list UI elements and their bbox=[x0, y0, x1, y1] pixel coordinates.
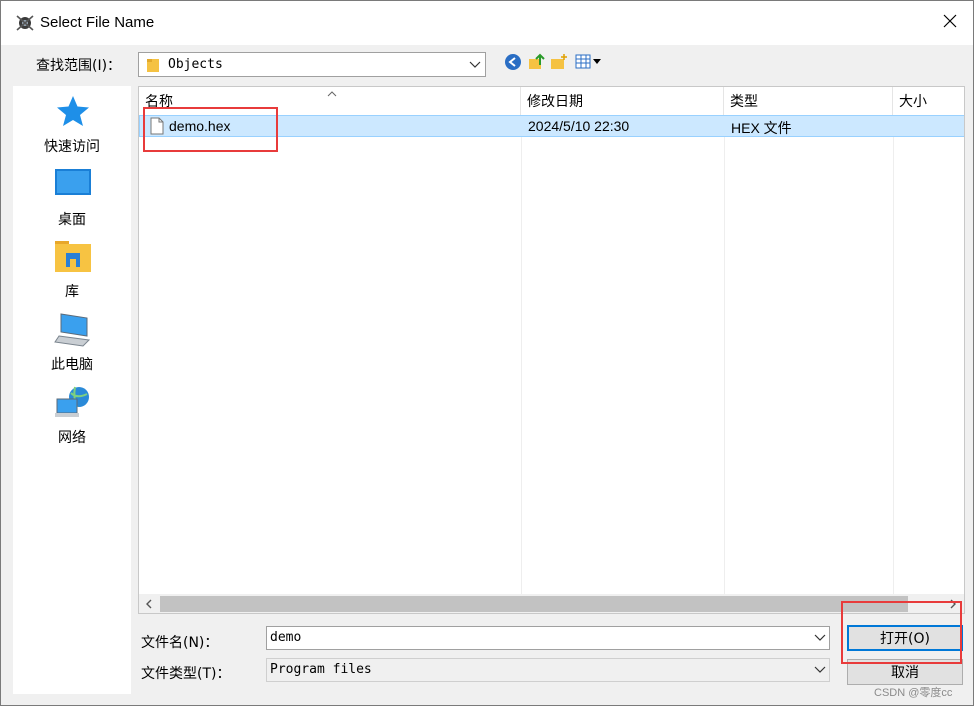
place-network[interactable]: 网络 bbox=[13, 385, 131, 455]
lookin-value: Objects bbox=[168, 57, 223, 72]
place-library[interactable]: 库 bbox=[13, 239, 131, 309]
up-folder-icon bbox=[527, 53, 545, 75]
place-desktop[interactable]: 桌面 bbox=[13, 167, 131, 237]
up-folder-button[interactable] bbox=[525, 53, 547, 75]
place-quick-access[interactable]: 快速访问 bbox=[13, 94, 131, 164]
view-menu-icon bbox=[575, 54, 603, 74]
place-label: 库 bbox=[65, 284, 79, 300]
close-button[interactable] bbox=[927, 1, 973, 45]
highlight-box-file bbox=[143, 107, 278, 152]
column-header-type[interactable]: 类型 bbox=[724, 87, 893, 115]
filetype-value: Program files bbox=[270, 662, 372, 677]
lookin-label: 查找范围(I)： bbox=[36, 58, 122, 74]
view-menu-button[interactable] bbox=[574, 54, 604, 74]
title-bar[interactable]: Select File Name bbox=[1, 1, 973, 45]
sort-up-icon bbox=[327, 87, 337, 102]
filename-value: demo bbox=[270, 630, 302, 645]
new-folder-icon bbox=[550, 53, 568, 75]
desktop-icon bbox=[53, 167, 93, 203]
window-title: Select File Name bbox=[40, 14, 155, 31]
chevron-down-icon bbox=[814, 664, 826, 679]
filetype-select[interactable]: Program files bbox=[266, 658, 830, 682]
file-list[interactable]: 名称 修改日期 类型 大小 demo.hex 2024/5/10 22:30 H… bbox=[138, 86, 965, 614]
highlight-box-open bbox=[841, 601, 962, 664]
back-icon bbox=[504, 53, 522, 75]
place-label: 桌面 bbox=[58, 212, 86, 228]
new-folder-button[interactable] bbox=[548, 54, 570, 74]
filetype-label: 文件类型(T)： bbox=[141, 666, 231, 682]
scrollbar-thumb[interactable] bbox=[160, 596, 908, 612]
filename-input[interactable]: demo bbox=[266, 626, 830, 650]
place-label: 网络 bbox=[58, 430, 86, 446]
app-logo-icon bbox=[15, 13, 35, 33]
place-label: 此电脑 bbox=[51, 357, 93, 373]
watermark: CSDN @零度cc bbox=[874, 687, 953, 699]
place-this-pc[interactable]: 此电脑 bbox=[13, 312, 131, 382]
column-header-size[interactable]: 大小 bbox=[893, 87, 964, 115]
star-icon bbox=[53, 94, 93, 130]
chevron-down-icon bbox=[469, 59, 481, 74]
back-button[interactable] bbox=[502, 54, 524, 74]
scroll-left-icon[interactable] bbox=[141, 596, 157, 612]
places-bar: 快速访问 桌面 库 此电脑 网络 bbox=[13, 86, 131, 694]
network-icon bbox=[53, 385, 93, 421]
lookin-dropdown[interactable]: Objects bbox=[138, 52, 486, 77]
filename-label: 文件名(N)： bbox=[141, 635, 219, 651]
folder-icon bbox=[146, 57, 160, 77]
file-type: HEX 文件 bbox=[731, 120, 792, 136]
place-label: 快速访问 bbox=[44, 139, 100, 155]
chevron-down-icon[interactable] bbox=[814, 632, 826, 647]
column-header-modified[interactable]: 修改日期 bbox=[521, 87, 724, 115]
library-icon bbox=[53, 239, 93, 275]
computer-icon bbox=[53, 312, 93, 348]
file-modified: 2024/5/10 22:30 bbox=[528, 118, 630, 134]
file-dialog: Select File Name 查找范围(I)： Objects 快速访问 桌… bbox=[0, 0, 974, 706]
close-icon bbox=[943, 14, 957, 32]
